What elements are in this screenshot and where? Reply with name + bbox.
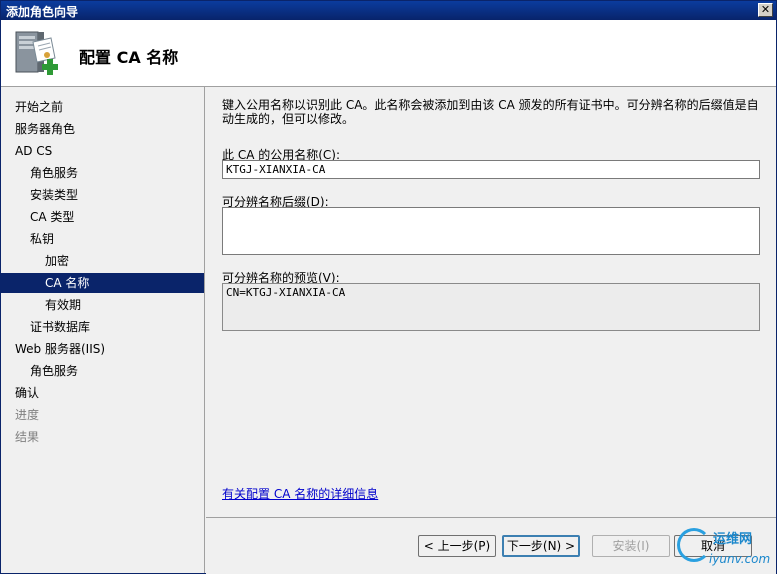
nav-item-iis-role-services[interactable]: 角色服务 xyxy=(1,361,204,381)
intro-text: 键入公用名称以识别此 CA。此名称会被添加到由该 CA 颁发的所有证书中。可分辨… xyxy=(222,98,759,126)
main-content: 键入公用名称以识别此 CA。此名称会被添加到由该 CA 颁发的所有证书中。可分辨… xyxy=(206,87,776,517)
install-button: 安装(I) xyxy=(592,535,670,557)
nav-item-confirmation[interactable]: 确认 xyxy=(1,383,204,403)
previous-button[interactable]: < 上一步(P) xyxy=(418,535,496,557)
wizard-steps-nav: 开始之前 服务器角色 AD CS 角色服务 安装类型 CA 类型 私钥 加密 C… xyxy=(1,87,205,573)
nav-item-validity-period[interactable]: 有效期 xyxy=(1,295,204,315)
page-header: 配置 CA 名称 xyxy=(1,20,776,87)
nav-item-before-you-begin[interactable]: 开始之前 xyxy=(1,97,204,117)
nav-item-certificate-database[interactable]: 证书数据库 xyxy=(1,317,204,337)
page-title: 配置 CA 名称 xyxy=(79,48,179,67)
next-button[interactable]: 下一步(N) > xyxy=(502,535,580,557)
title-bar[interactable]: 添加角色向导 ✕ xyxy=(1,1,776,20)
dn-preview-box: CN=KTGJ-XIANXIA-CA xyxy=(222,283,760,331)
server-certificate-add-icon xyxy=(15,31,58,75)
close-button[interactable]: ✕ xyxy=(758,3,773,17)
wizard-window: 添加角色向导 ✕ 配置 CA 名称 开始之前 服务器角色 AD CS 角色服务 … xyxy=(0,0,777,574)
nav-item-progress: 进度 xyxy=(15,408,40,422)
nav-item-results: 结果 xyxy=(15,430,40,444)
nav-item-cryptography[interactable]: 加密 xyxy=(1,251,204,271)
nav-item-ad-cs[interactable]: AD CS xyxy=(1,141,204,161)
watermark-ring-icon xyxy=(677,528,711,562)
common-name-input[interactable] xyxy=(222,160,760,179)
nav-item-server-roles[interactable]: 服务器角色 xyxy=(1,119,204,139)
ca-name-help-link[interactable]: 有关配置 CA 名称的详细信息 xyxy=(222,485,378,502)
window-title: 添加角色向导 xyxy=(6,5,79,19)
nav-item-role-services[interactable]: 角色服务 xyxy=(1,163,204,183)
nav-item-setup-type[interactable]: 安装类型 xyxy=(1,185,204,205)
nav-item-ca-name[interactable]: CA 名称 xyxy=(1,273,204,293)
dn-suffix-textarea[interactable] xyxy=(222,207,760,255)
watermark-line2: iyunv.com xyxy=(709,552,771,566)
watermark-line1: 运维网 xyxy=(713,532,753,547)
nav-item-private-key[interactable]: 私钥 xyxy=(1,229,204,249)
nav-item-web-server-iis[interactable]: Web 服务器(IIS) xyxy=(1,339,204,359)
site-watermark: 运维网 iyunv.com xyxy=(673,524,777,574)
nav-item-ca-type[interactable]: CA 类型 xyxy=(1,207,204,227)
